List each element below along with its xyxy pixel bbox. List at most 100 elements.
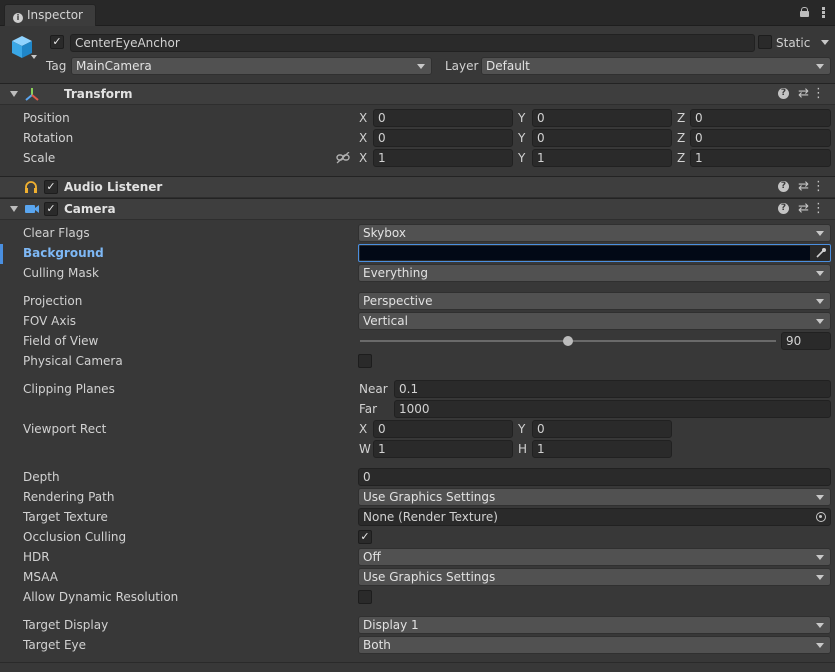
static-dropdown-icon[interactable] bbox=[821, 40, 829, 45]
position-y-label[interactable]: Y bbox=[518, 109, 525, 127]
near-label[interactable]: Near bbox=[359, 380, 388, 398]
tab-inspector[interactable]: i Inspector bbox=[4, 4, 96, 26]
field-of-view-slider-thumb[interactable] bbox=[563, 336, 573, 346]
culling-mask-label: Culling Mask bbox=[23, 266, 99, 280]
component-menu-icon[interactable]: ⋮ bbox=[812, 201, 825, 217]
scale-label[interactable]: Scale bbox=[23, 149, 55, 167]
tag-label: Tag bbox=[46, 59, 67, 73]
hdr-label: HDR bbox=[23, 550, 50, 564]
scale-x-label[interactable]: X bbox=[359, 149, 367, 167]
scale-y-field[interactable]: 1 bbox=[532, 149, 672, 167]
projection-label: Projection bbox=[23, 294, 83, 308]
allow-dynamic-resolution-checkbox[interactable] bbox=[358, 590, 372, 604]
scale-y-label[interactable]: Y bbox=[518, 149, 525, 167]
msaa-label: MSAA bbox=[23, 570, 58, 584]
scale-z-field[interactable]: 1 bbox=[690, 149, 831, 167]
position-z-label[interactable]: Z bbox=[677, 109, 685, 127]
bottom-divider bbox=[0, 662, 835, 663]
occlusion-culling-label: Occlusion Culling bbox=[23, 530, 127, 544]
rotation-z-field[interactable]: 0 bbox=[690, 129, 831, 147]
occlusion-culling-checkbox[interactable]: ✓ bbox=[358, 530, 372, 544]
viewport-w-field[interactable]: 1 bbox=[373, 440, 513, 458]
viewport-x-field[interactable]: 0 bbox=[373, 420, 513, 438]
transform-title: Transform bbox=[64, 87, 133, 101]
clear-flags-dropdown[interactable]: Skybox bbox=[358, 224, 831, 242]
clear-flags-label: Clear Flags bbox=[23, 226, 90, 240]
camera-enabled-checkbox[interactable]: ✓ bbox=[44, 202, 58, 216]
window-menu-icon[interactable] bbox=[822, 7, 825, 18]
foldout-arrow-icon[interactable] bbox=[10, 91, 18, 97]
position-label[interactable]: Position bbox=[23, 109, 70, 127]
rotation-x-label[interactable]: X bbox=[359, 129, 367, 147]
viewport-y-label[interactable]: Y bbox=[518, 420, 525, 438]
projection-dropdown[interactable]: Perspective bbox=[358, 292, 831, 310]
target-eye-dropdown[interactable]: Both bbox=[358, 636, 831, 654]
foldout-arrow-icon[interactable] bbox=[10, 206, 18, 212]
viewport-rect-label: Viewport Rect bbox=[23, 422, 107, 436]
position-y-field[interactable]: 0 bbox=[532, 109, 672, 127]
presets-icon[interactable]: ⇄ bbox=[798, 179, 809, 195]
msaa-dropdown[interactable]: Use Graphics Settings bbox=[358, 568, 831, 586]
rotation-y-field[interactable]: 0 bbox=[532, 129, 672, 147]
presets-icon[interactable]: ⇄ bbox=[798, 86, 809, 102]
background-row-highlight bbox=[0, 244, 3, 264]
gameobject-name-field[interactable]: CenterEyeAnchor bbox=[70, 34, 755, 52]
scale-x-field[interactable]: 1 bbox=[373, 149, 513, 167]
physical-camera-checkbox[interactable] bbox=[358, 354, 372, 368]
near-field[interactable]: 0.1 bbox=[394, 380, 831, 398]
layer-label: Layer bbox=[445, 59, 479, 73]
viewport-h-field[interactable]: 1 bbox=[532, 440, 672, 458]
audio-listener-title: Audio Listener bbox=[64, 180, 163, 194]
help-icon[interactable]: ? bbox=[778, 88, 789, 99]
eyedropper-icon[interactable] bbox=[815, 247, 827, 259]
target-eye-label: Target Eye bbox=[23, 638, 87, 652]
position-z-field[interactable]: 0 bbox=[690, 109, 831, 127]
background-label: Background bbox=[23, 246, 104, 260]
viewport-w-label[interactable]: W bbox=[359, 440, 371, 458]
audio-listener-enabled-checkbox[interactable]: ✓ bbox=[44, 180, 58, 194]
tab-bar: i Inspector bbox=[0, 0, 835, 26]
static-checkbox[interactable] bbox=[758, 35, 772, 49]
scale-z-label[interactable]: Z bbox=[677, 149, 685, 167]
fov-axis-dropdown[interactable]: Vertical bbox=[358, 312, 831, 330]
viewport-h-label[interactable]: H bbox=[518, 440, 527, 458]
gameobject-active-checkbox[interactable]: ✓ bbox=[50, 35, 64, 49]
audio-listener-header[interactable]: ✓ Audio Listener ? ⇄ ⋮ bbox=[0, 176, 835, 198]
far-label[interactable]: Far bbox=[359, 400, 377, 418]
rotation-z-label[interactable]: Z bbox=[677, 129, 685, 147]
viewport-x-label[interactable]: X bbox=[359, 420, 367, 438]
culling-mask-dropdown[interactable]: Everything bbox=[358, 264, 831, 282]
position-x-label[interactable]: X bbox=[359, 109, 367, 127]
static-label: Static bbox=[776, 36, 811, 50]
component-menu-icon[interactable]: ⋮ bbox=[812, 179, 825, 195]
background-color-field[interactable] bbox=[358, 244, 831, 262]
gameobject-icon-dropdown[interactable] bbox=[31, 55, 37, 59]
viewport-y-field[interactable]: 0 bbox=[532, 420, 672, 438]
rotation-y-label[interactable]: Y bbox=[518, 129, 525, 147]
layer-dropdown[interactable]: Default bbox=[481, 57, 831, 75]
constrain-proportions-link-icon[interactable] bbox=[336, 152, 350, 164]
transform-icon bbox=[25, 88, 39, 101]
help-icon[interactable]: ? bbox=[778, 203, 789, 214]
presets-icon[interactable]: ⇄ bbox=[798, 201, 809, 217]
component-menu-icon[interactable]: ⋮ bbox=[812, 86, 825, 102]
far-field[interactable]: 1000 bbox=[394, 400, 831, 418]
tag-dropdown[interactable]: MainCamera bbox=[71, 57, 432, 75]
depth-label: Depth bbox=[23, 470, 60, 484]
rotation-x-field[interactable]: 0 bbox=[373, 129, 513, 147]
field-of-view-label: Field of View bbox=[23, 334, 99, 348]
lock-icon[interactable] bbox=[800, 7, 809, 17]
target-display-dropdown[interactable]: Display 1 bbox=[358, 616, 831, 634]
hdr-dropdown[interactable]: Off bbox=[358, 548, 831, 566]
help-icon[interactable]: ? bbox=[778, 181, 789, 192]
rotation-label[interactable]: Rotation bbox=[23, 129, 73, 147]
field-of-view-field[interactable]: 90 bbox=[781, 332, 831, 350]
transform-header[interactable]: Transform ? ⇄ ⋮ bbox=[0, 83, 835, 105]
clipping-planes-label: Clipping Planes bbox=[23, 382, 115, 396]
target-texture-field[interactable]: None (Render Texture) bbox=[358, 508, 831, 526]
camera-header[interactable]: ✓ Camera ? ⇄ ⋮ bbox=[0, 198, 835, 220]
rendering-path-dropdown[interactable]: Use Graphics Settings bbox=[358, 488, 831, 506]
depth-field[interactable]: 0 bbox=[358, 468, 831, 486]
object-picker-icon[interactable] bbox=[816, 512, 826, 522]
position-x-field[interactable]: 0 bbox=[373, 109, 513, 127]
